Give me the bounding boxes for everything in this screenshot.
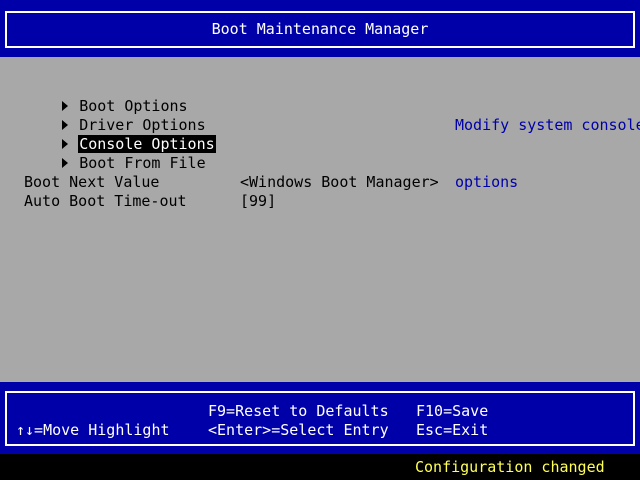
page-title: Boot Maintenance Manager (211, 20, 429, 38)
boot-next-value-field[interactable]: <Windows Boot Manager> (240, 173, 439, 192)
exit-hint: Esc=Exit (416, 421, 489, 439)
triangle-right-icon (62, 157, 69, 168)
status-message: Configuration changed (415, 458, 605, 476)
auto-boot-timeout-label: Auto Boot Time-out (24, 192, 187, 210)
help-text: Modify system console options (455, 78, 640, 230)
move-highlight-hint: ↑↓=Move Highlight (16, 421, 170, 439)
boot-next-value-label: Boot Next Value (24, 173, 160, 191)
main-panel: Boot Options Driver Options Console Opti… (0, 57, 640, 382)
title-bar: Boot Maintenance Manager (0, 0, 640, 57)
menu-item-label: Boot From File (79, 154, 206, 172)
key-help-frame: F9=Reset to Defaults F10=Save ↑↓=Move Hi… (5, 391, 635, 446)
reset-defaults-hint: F9=Reset to Defaults (208, 402, 389, 420)
help-text-line: Modify system console (455, 116, 640, 134)
menu-item-boot-options[interactable]: Boot Options (8, 78, 189, 115)
help-text-line: options (455, 173, 519, 191)
title-frame: Boot Maintenance Manager (5, 11, 635, 48)
auto-boot-timeout-field[interactable]: [99] (240, 192, 276, 211)
menu-item-boot-from-file[interactable]: Boot From File (8, 135, 207, 172)
select-entry-hint: <Enter>=Select Entry (208, 421, 389, 439)
menu-item-driver-options[interactable]: Driver Options (8, 97, 207, 134)
key-help-bar: F9=Reset to Defaults F10=Save ↑↓=Move Hi… (0, 382, 640, 454)
save-hint: F10=Save (416, 402, 489, 420)
bios-screen: Boot Maintenance Manager Boot Options Dr… (0, 0, 640, 480)
menu-item-console-options[interactable]: Console Options (8, 116, 216, 153)
